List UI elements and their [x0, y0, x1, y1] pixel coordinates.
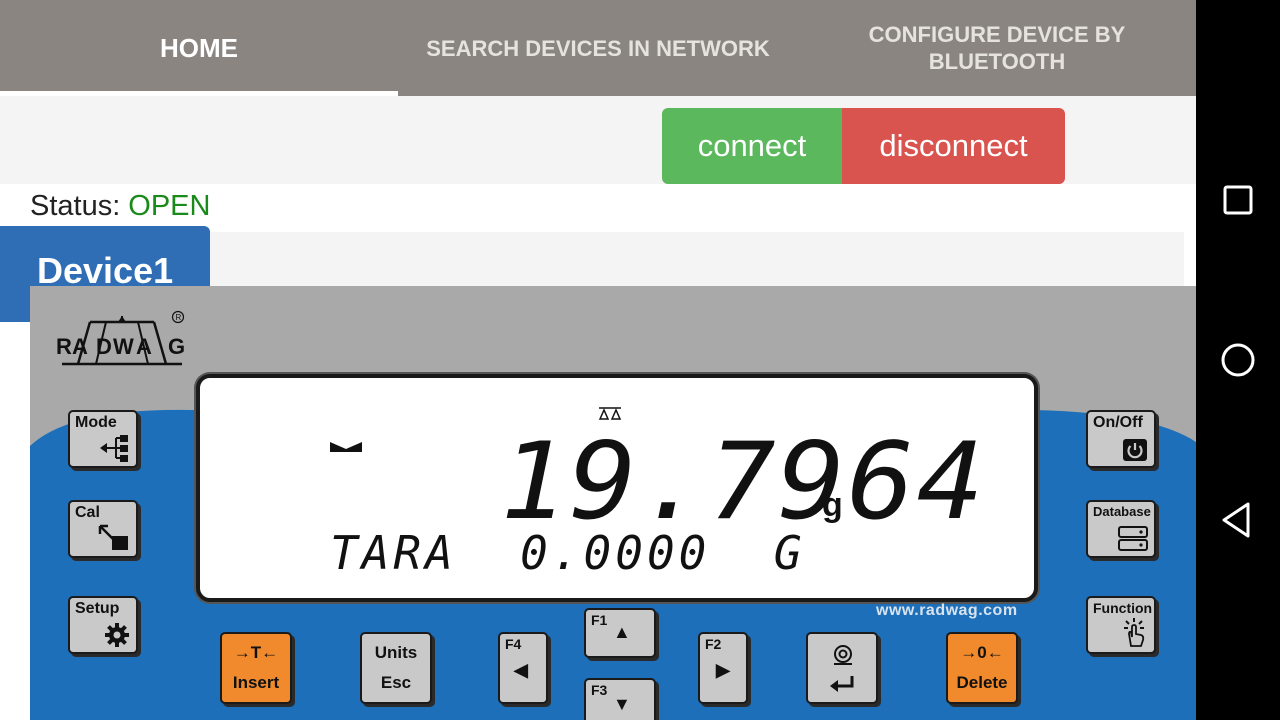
cal-key[interactable]: Cal	[68, 500, 138, 558]
tab-search-devices[interactable]: SEARCH DEVICES IN NETWORK	[398, 0, 798, 96]
zero-delete-key[interactable]: →0← Delete	[946, 632, 1018, 704]
weight-reading: 19.7964	[500, 420, 987, 544]
setup-key[interactable]: Setup	[68, 596, 138, 654]
tab-home[interactable]: HOME	[0, 0, 398, 96]
arrow-right-icon: ▶	[716, 660, 730, 680]
function-key[interactable]: Function	[1086, 596, 1156, 654]
mode-key-label: Mode	[75, 414, 117, 431]
f3-down-key[interactable]: F3 ▼	[584, 678, 656, 720]
back-triangle-icon[interactable]	[1218, 500, 1258, 540]
disconnect-button[interactable]: disconnect	[842, 108, 1065, 184]
esc-key-label: Esc	[380, 673, 412, 692]
top-tab-bar: HOME SEARCH DEVICES IN NETWORK CONFIGURE…	[0, 0, 1196, 96]
f4-key-label: F4	[505, 636, 522, 652]
radwag-logo: R A D W A G R	[56, 310, 185, 366]
touch-hand-icon	[1124, 618, 1145, 647]
database-key-label: Database	[1093, 504, 1151, 519]
power-icon	[1123, 439, 1147, 461]
scale-panel: R A D W A G R 19.7964 g TARA 0.0000 G ww…	[30, 286, 1196, 720]
device-tab-strip	[209, 232, 1184, 286]
status-row: Status: OPEN	[30, 190, 210, 223]
setup-key-label: Setup	[75, 600, 120, 617]
mode-tree-icon	[100, 435, 128, 462]
weight-unit: g	[822, 486, 843, 524]
manufacturer-website: www.radwag.com	[876, 602, 1018, 619]
mode-key[interactable]: Mode	[68, 410, 138, 468]
android-nav-bar	[1196, 0, 1280, 720]
zero-indicator-icon	[330, 442, 362, 452]
on-off-key[interactable]: On/Off	[1086, 410, 1156, 468]
zero-key-symbol: →0←	[960, 643, 1004, 662]
svg-text:D: D	[96, 334, 112, 359]
calibration-icon	[98, 524, 128, 550]
svg-text:R: R	[56, 334, 72, 359]
svg-text:R: R	[176, 313, 182, 322]
database-key[interactable]: Database	[1086, 500, 1156, 558]
function-key-label: Function	[1093, 600, 1153, 616]
database-icon	[1118, 526, 1148, 551]
insert-key-label: Insert	[232, 673, 280, 692]
stable-scale-icon	[598, 407, 622, 420]
enter-icon	[830, 676, 854, 692]
units-esc-key[interactable]: Units Esc	[360, 632, 432, 704]
on-off-key-label: On/Off	[1093, 414, 1143, 431]
gear-icon	[105, 623, 129, 647]
arrow-down-icon: ▼	[613, 694, 631, 714]
print-icon	[834, 645, 852, 665]
tab-search-devices-label: SEARCH DEVICES IN NETWORK	[426, 35, 770, 61]
f3-key-label: F3	[591, 682, 608, 698]
tare-insert-key[interactable]: →T← Insert	[220, 632, 292, 704]
tab-configure-bluetooth-label: CONFIGURE DEVICE BY BLUETOOTH	[868, 22, 1126, 74]
lcd-display: 19.7964 g TARA 0.0000 G	[196, 374, 1038, 602]
tare-readout: TARA 0.0000 G	[330, 526, 806, 580]
tab-home-label: HOME	[160, 32, 238, 63]
recents-square-icon[interactable]	[1218, 180, 1258, 220]
status-value: OPEN	[128, 190, 211, 222]
connect-button[interactable]: connect	[662, 108, 842, 184]
f1-up-key[interactable]: F1 ▲	[584, 608, 656, 658]
home-circle-icon[interactable]	[1218, 340, 1258, 380]
arrow-left-icon: ◀	[514, 660, 528, 680]
device-tab-label: Device1	[37, 250, 174, 291]
connection-toolbar: connect disconnect	[0, 96, 1196, 184]
svg-text:A: A	[72, 334, 88, 359]
f2-right-key[interactable]: F2 ▶	[698, 632, 748, 704]
f2-key-label: F2	[705, 636, 722, 652]
cal-key-label: Cal	[75, 504, 100, 521]
f4-left-key[interactable]: F4 ◀	[498, 632, 548, 704]
status-label: Status:	[30, 190, 121, 222]
delete-key-label: Delete	[956, 673, 1008, 692]
f1-key-label: F1	[591, 612, 608, 628]
svg-text:A: A	[136, 334, 152, 359]
svg-text:G: G	[168, 334, 185, 359]
tab-configure-bluetooth[interactable]: CONFIGURE DEVICE BY BLUETOOTH	[798, 0, 1196, 96]
tare-key-symbol: →T←	[233, 643, 279, 662]
svg-text:W: W	[113, 334, 134, 359]
arrow-up-icon: ▲	[613, 622, 631, 642]
units-key-label: Units	[374, 643, 418, 662]
print-enter-key[interactable]	[806, 632, 878, 704]
